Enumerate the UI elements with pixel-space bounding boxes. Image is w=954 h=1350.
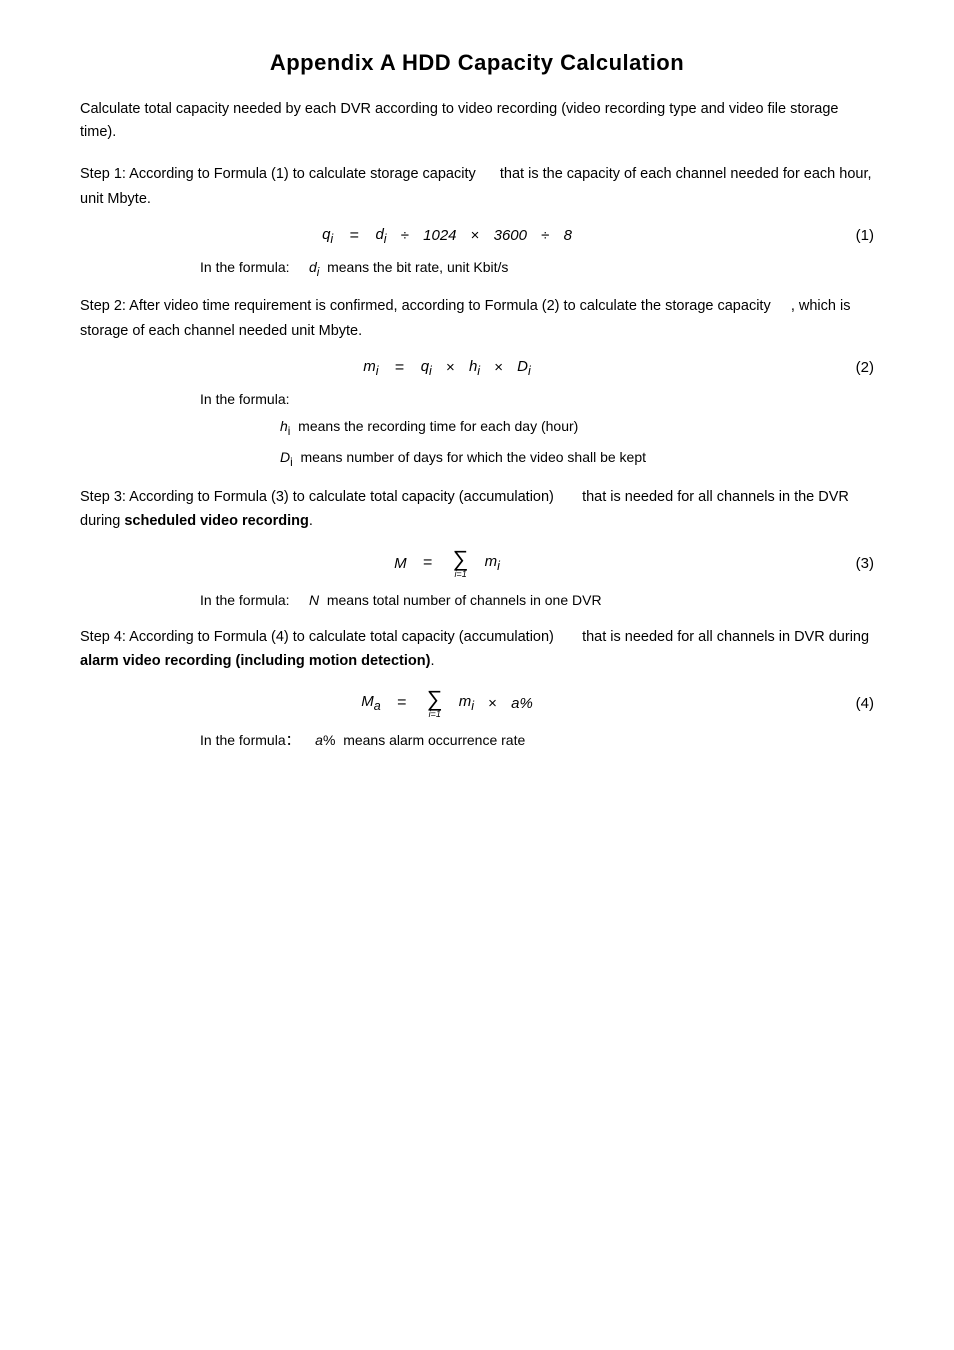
- formula-3-var1: M: [394, 555, 407, 572]
- formula-3-sigma: ∑ i=1: [453, 548, 469, 579]
- formula-1-var1: qi: [322, 226, 333, 246]
- formula-1-op1: ÷: [397, 227, 414, 244]
- formula-2-number: (2): [856, 359, 874, 376]
- formula-2-op1: ×: [442, 359, 459, 376]
- formula-3-content: M = ∑ i=1 mi: [394, 548, 500, 579]
- page-title: Appendix A HDD Capacity Calculation: [80, 50, 874, 76]
- formula-2-var3: hi: [469, 358, 480, 378]
- formula-1-number: (1): [856, 227, 874, 244]
- formula-4-var3: a%: [511, 695, 533, 712]
- formula-2-content: mi = qi × hi × Di: [363, 358, 531, 378]
- formula-2-note1: In the formula:: [200, 388, 874, 412]
- step2-text: Step 2: After video time requirement is …: [80, 294, 874, 343]
- step4-bold: alarm video recording (including motion …: [80, 653, 430, 669]
- formula-3-var2: mi: [480, 553, 499, 573]
- step4-text1: Step 4: According to Formula (4) to calc…: [80, 625, 874, 674]
- formula-2-var2: qi: [421, 358, 432, 378]
- formula-3-eq: =: [419, 554, 437, 572]
- formula-4-eq: =: [393, 694, 411, 712]
- step3-bold: scheduled video recording: [124, 513, 309, 529]
- formula-4: Ma = ∑ i=1 mi × a% (4): [80, 688, 874, 719]
- formula-2: mi = qi × hi × Di (2): [80, 358, 874, 378]
- formula-4-number: (4): [856, 695, 874, 712]
- formula-3: M = ∑ i=1 mi (3): [80, 548, 874, 579]
- formula-2-var4: Di: [517, 358, 531, 378]
- formula-1-const3: 8: [564, 227, 572, 244]
- formula-4-content: Ma = ∑ i=1 mi × a%: [361, 688, 533, 719]
- formula-4-note: In the formula： a% means alarm occurrenc…: [200, 729, 874, 753]
- formula-1-const2: 3600: [494, 227, 527, 244]
- formula-2-op2: ×: [490, 359, 507, 376]
- formula-4-sigma: ∑ i=1: [427, 688, 443, 719]
- formula-3-number: (3): [856, 555, 874, 572]
- formula-2-eq: =: [390, 359, 408, 377]
- formula-1-content: qi = di ÷ 1024 × 3600 ÷ 8: [322, 226, 572, 246]
- formula-2-note3: Di means number of days for which the vi…: [280, 446, 874, 473]
- step3-text1: Step 3: According to Formula (3) to calc…: [80, 485, 874, 534]
- formula-1-var2: di: [375, 226, 386, 246]
- formula-1: qi = di ÷ 1024 × 3600 ÷ 8 (1): [80, 226, 874, 246]
- formula-2-note2: hi means the recording time for each day…: [280, 415, 874, 442]
- formula-1-note: In the formula: di means the bit rate, u…: [200, 256, 874, 283]
- page-container: Appendix A HDD Capacity Calculation Calc…: [0, 0, 954, 1350]
- formula-2-var1: mi: [363, 358, 378, 378]
- formula-1-const1: 1024: [423, 227, 456, 244]
- formula-4-var1: Ma: [361, 693, 380, 713]
- formula-3-note: In the formula: N means total number of …: [200, 589, 874, 613]
- intro-paragraph: Calculate total capacity needed by each …: [80, 98, 874, 144]
- formula-1-op2: ×: [467, 227, 484, 244]
- formula-1-eq: =: [345, 227, 363, 245]
- formula-4-var2: mi: [455, 693, 474, 713]
- formula-4-op1: ×: [484, 695, 501, 712]
- formula-1-op3: ÷: [537, 227, 554, 244]
- step1-text: Step 1: According to Formula (1) to calc…: [80, 162, 874, 211]
